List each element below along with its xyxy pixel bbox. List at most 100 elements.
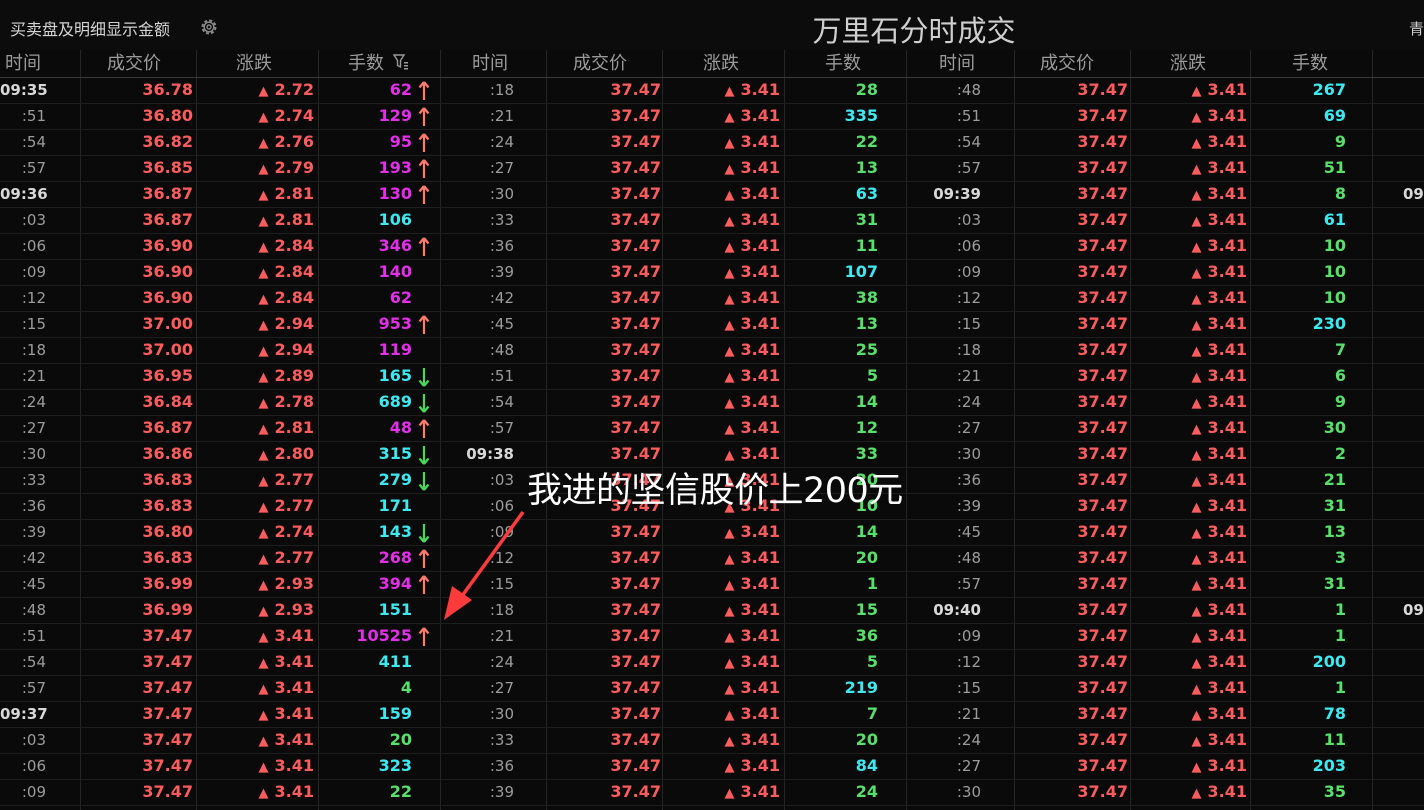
header-volume-3[interactable]: 手数 [1292, 50, 1328, 77]
price-change: ▲ 3.41 [1133, 467, 1247, 493]
trade-time: :48 [956, 549, 981, 567]
table-row[interactable]: :06 37.47 ▲ 3.41 10 [0, 233, 1424, 259]
table-row[interactable]: :27 37.47 ▲ 3.41 203 [0, 753, 1424, 779]
trade-time: :12 [956, 289, 981, 307]
header-change-2[interactable]: 涨跌 [703, 50, 739, 77]
table-row[interactable]: :27 37.47 ▲ 3.41 30 [0, 415, 1424, 441]
trade-volume: 7 [1334, 340, 1346, 359]
price-change: ▲ 3.41 [1133, 779, 1247, 805]
price-change: ▲ 3.41 [1133, 259, 1247, 285]
trade-price: 37.47 [1077, 314, 1128, 333]
trade-time: :39 [956, 497, 981, 515]
up-triangle-icon: ▲ [1191, 396, 1202, 411]
table-row[interactable]: :24 37.47 ▲ 3.41 11 [0, 727, 1424, 753]
up-triangle-icon: ▲ [1191, 162, 1202, 177]
price-change: ▲ 3.41 [1133, 311, 1247, 337]
trade-price: 37.47 [1077, 184, 1128, 203]
trade-volume: 13 [1323, 522, 1346, 541]
price-change-value: 3.41 [1207, 444, 1247, 463]
header-time-2[interactable]: 时间 [472, 50, 508, 77]
header-price-3[interactable]: 成交价 [1040, 50, 1094, 77]
header-time-1[interactable]: 时间 [5, 50, 41, 77]
table-row[interactable]: :54 37.47 ▲ 3.41 9 [0, 129, 1424, 155]
up-triangle-icon: ▲ [1191, 370, 1202, 385]
trade-time: :21 [956, 705, 981, 723]
edge-partial-label: 青 [1409, 20, 1424, 38]
price-change: ▲ 3.41 [1133, 441, 1247, 467]
trade-price: 37.47 [1077, 678, 1128, 697]
table-row[interactable]: :57 37.47 ▲ 3.41 31 [0, 571, 1424, 597]
trade-price: 37.47 [1077, 574, 1128, 593]
table-row[interactable]: :30 37.47 ▲ 3.41 35 [0, 779, 1424, 805]
price-change: ▲ 3.41 [1133, 493, 1247, 519]
trade-price: 37.47 [1077, 236, 1128, 255]
header-change-3[interactable]: 涨跌 [1170, 50, 1206, 77]
table-row[interactable]: :12 37.47 ▲ 3.41 10 [0, 285, 1424, 311]
trade-volume: 230 [1312, 314, 1346, 333]
top-bar: 买卖盘及明细显示金额 万里石分时成交 青 [0, 0, 1424, 50]
price-change: ▲ 3.41 [1133, 675, 1247, 701]
up-triangle-icon: ▲ [1191, 708, 1202, 723]
up-triangle-icon: ▲ [1191, 240, 1202, 255]
price-change-value: 3.41 [1207, 314, 1247, 333]
price-change-value: 3.41 [1207, 574, 1247, 593]
trade-time: :36 [956, 471, 981, 489]
table-row[interactable]: :48 37.47 ▲ 3.41 3 [0, 545, 1424, 571]
trade-volume: 2 [1334, 444, 1346, 463]
table-row[interactable]: :15 37.47 ▲ 3.41 1 [0, 675, 1424, 701]
price-change: ▲ 3.41 [1133, 129, 1247, 155]
price-change-value: 3.41 [1207, 756, 1247, 775]
edge-partial-time: 09 [1403, 185, 1424, 203]
trade-price: 37.47 [1077, 756, 1128, 775]
header-volume-2[interactable]: 手数 [825, 50, 861, 77]
up-triangle-icon: ▲ [1191, 422, 1202, 437]
up-triangle-icon: ▲ [1191, 760, 1202, 775]
trade-time: :27 [956, 757, 981, 775]
table-row[interactable]: 09:40 37.47 ▲ 3.41 1 [0, 597, 1424, 623]
price-change: ▲ 3.41 [1133, 753, 1247, 779]
trade-volume: 69 [1323, 106, 1346, 125]
table-row[interactable]: :45 37.47 ▲ 3.41 13 [0, 519, 1424, 545]
price-change-value: 3.41 [1207, 184, 1247, 203]
header-volume-1[interactable]: 手数 [348, 50, 384, 77]
header-change-1[interactable]: 涨跌 [236, 50, 272, 77]
price-change-value: 3.41 [1207, 106, 1247, 125]
table-row[interactable]: :15 37.47 ▲ 3.41 230 [0, 311, 1424, 337]
trade-time: :09 [956, 263, 981, 281]
trade-price: 37.47 [1077, 444, 1128, 463]
table-row[interactable]: :09 37.47 ▲ 3.41 10 [0, 259, 1424, 285]
trade-volume: 10 [1323, 262, 1346, 281]
trade-volume: 200 [1312, 652, 1346, 671]
table-row[interactable]: :48 37.47 ▲ 3.41 267 [0, 77, 1424, 103]
trade-volume: 9 [1334, 132, 1346, 151]
price-change-value: 3.41 [1207, 548, 1247, 567]
price-change: ▲ 3.41 [1133, 415, 1247, 441]
table-row[interactable]: :03 37.47 ▲ 3.41 61 [0, 207, 1424, 233]
trade-price: 37.47 [1077, 600, 1128, 619]
table-row[interactable]: :21 37.47 ▲ 3.41 78 [0, 701, 1424, 727]
price-change: ▲ 3.41 [1133, 207, 1247, 233]
trade-volume: 31 [1323, 496, 1346, 515]
trade-time: :54 [956, 133, 981, 151]
price-change-value: 3.41 [1207, 392, 1247, 411]
price-change-value: 3.41 [1207, 522, 1247, 541]
header-time-3[interactable]: 时间 [939, 50, 975, 77]
trade-price: 37.47 [1077, 80, 1128, 99]
trade-price: 37.47 [1077, 418, 1128, 437]
up-triangle-icon: ▲ [1191, 318, 1202, 333]
table-row[interactable]: :12 37.47 ▲ 3.41 200 [0, 649, 1424, 675]
table-row[interactable]: :18 37.47 ▲ 3.41 7 [0, 337, 1424, 363]
table-row[interactable]: :51 37.47 ▲ 3.41 69 [0, 103, 1424, 129]
table-row[interactable]: :24 37.47 ▲ 3.41 9 [0, 389, 1424, 415]
trade-volume: 203 [1312, 756, 1346, 775]
table-row[interactable]: :09 37.47 ▲ 3.41 1 [0, 623, 1424, 649]
price-change-value: 3.41 [1207, 626, 1247, 645]
header-price-2[interactable]: 成交价 [573, 50, 627, 77]
header-price-1[interactable]: 成交价 [107, 50, 161, 77]
table-row[interactable]: 09:39 37.47 ▲ 3.41 8 [0, 181, 1424, 207]
table-row[interactable]: :57 37.47 ▲ 3.41 51 [0, 155, 1424, 181]
price-change: ▲ 3.41 [1133, 727, 1247, 753]
trade-time: :51 [956, 107, 981, 125]
table-row[interactable]: :21 37.47 ▲ 3.41 6 [0, 363, 1424, 389]
filter-icon[interactable] [393, 53, 408, 70]
